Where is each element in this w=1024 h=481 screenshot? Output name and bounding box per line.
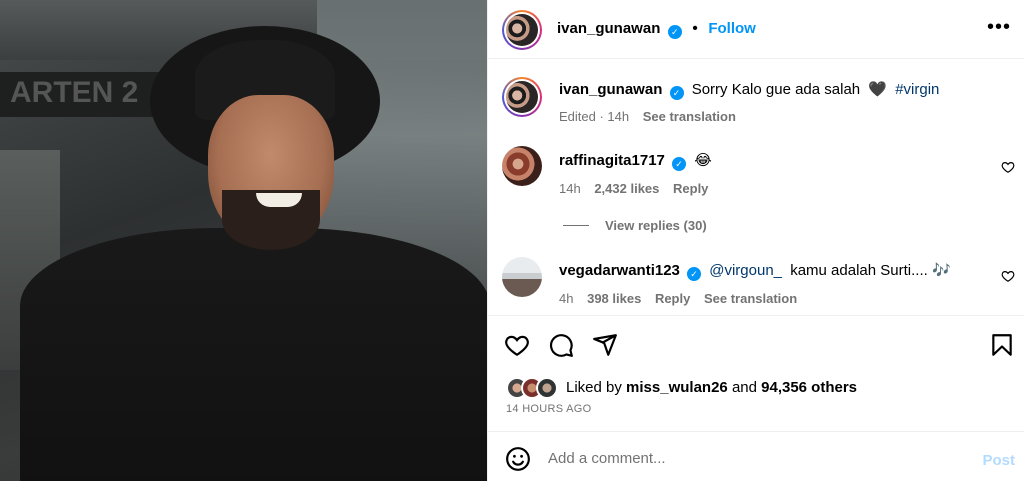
comment-meta: 4h 398 likes Reply See translation: [559, 291, 807, 306]
separator-dot: •: [692, 20, 698, 37]
verified-icon: ✓: [667, 25, 682, 39]
comment-username[interactable]: vegadarwanti123: [559, 262, 680, 279]
post-comment-button[interactable]: Post: [982, 452, 1015, 469]
more-icon[interactable]: •••: [987, 16, 1011, 39]
liked-by-others[interactable]: 94,356 others: [761, 379, 857, 396]
caption: ivan_gunawan ✓ Sorry Kalo gue ada salah …: [559, 81, 939, 100]
post-timestamp[interactable]: 14 HOURS AGO: [506, 403, 592, 415]
verified-icon: ✓: [672, 157, 687, 171]
post-side-panel: ivan_gunawan ✓ • Follow ••• ivan_gunawan…: [487, 0, 1024, 481]
post-actions: [488, 315, 1024, 373]
photo-person-smile: [256, 193, 302, 207]
heart-icon[interactable]: [1001, 269, 1015, 283]
share-icon[interactable]: [592, 332, 618, 358]
black-heart-emoji: 🖤: [868, 81, 888, 98]
caption-text: Sorry Kalo gue ada salah: [691, 81, 861, 98]
heart-icon[interactable]: [504, 332, 530, 358]
reply-button[interactable]: Reply: [673, 181, 708, 196]
verified-icon: ✓: [687, 267, 702, 281]
comment-likes[interactable]: 2,432 likes: [594, 181, 659, 196]
comment-text: kamu adalah Surti.... 🎶: [790, 262, 951, 279]
verified-icon: ✓: [669, 86, 684, 100]
caption-edited-time: Edited · 14h: [559, 109, 630, 124]
comment-likes[interactable]: 398 likes: [587, 291, 641, 306]
comment-meta: 14h 2,432 likes Reply: [559, 181, 718, 196]
emoji-icon[interactable]: [505, 446, 531, 472]
liked-by-user[interactable]: miss_wulan26: [626, 379, 728, 396]
post-photo[interactable]: ARTEN 2: [0, 0, 487, 481]
comment-avatar[interactable]: [502, 146, 542, 186]
author-avatar[interactable]: [502, 10, 542, 50]
liker-avatar[interactable]: [536, 377, 558, 399]
comment-text: 😂: [694, 152, 712, 169]
caption-meta: Edited · 14h See translation: [559, 109, 746, 124]
comment-time: 14h: [559, 181, 581, 196]
caption-username[interactable]: ivan_gunawan: [559, 81, 662, 98]
comment-icon[interactable]: [548, 332, 574, 358]
likes-text: Liked by miss_wulan26 and 94,356 others: [566, 379, 857, 396]
reply-button[interactable]: Reply: [655, 291, 690, 306]
see-translation-link[interactable]: See translation: [704, 291, 797, 306]
view-replies-label: View replies (30): [605, 218, 707, 233]
caption-author-avatar[interactable]: [502, 77, 542, 117]
post-header: ivan_gunawan ✓ • Follow •••: [488, 0, 1024, 59]
bookmark-icon[interactable]: [989, 332, 1015, 358]
comment-input[interactable]: [548, 445, 948, 471]
caption-hashtag[interactable]: #virgin: [895, 81, 939, 98]
photo-background-sign: ARTEN 2: [0, 72, 160, 117]
comment-username[interactable]: raffinagita1717: [559, 152, 665, 169]
author-username[interactable]: ivan_gunawan: [557, 20, 660, 37]
see-translation-link[interactable]: See translation: [643, 109, 736, 124]
comment-mention[interactable]: @virgoun_: [709, 262, 782, 279]
liked-by-label: Liked by: [566, 379, 622, 396]
comment-item: raffinagita1717 ✓ 😂: [559, 152, 712, 171]
replies-divider-line: [563, 225, 589, 226]
comment-time: 4h: [559, 291, 574, 306]
comment-item: vegadarwanti123 ✓ @virgoun_ kamu adalah …: [559, 262, 951, 281]
liked-by-connector: and: [731, 379, 757, 396]
view-replies-button[interactable]: View replies (30): [563, 218, 707, 233]
comment-composer: Post: [488, 431, 1024, 481]
heart-icon[interactable]: [1001, 160, 1015, 174]
photo-person-shirt: [20, 228, 487, 481]
follow-button[interactable]: Follow: [708, 20, 756, 37]
comment-avatar[interactable]: [502, 257, 542, 297]
